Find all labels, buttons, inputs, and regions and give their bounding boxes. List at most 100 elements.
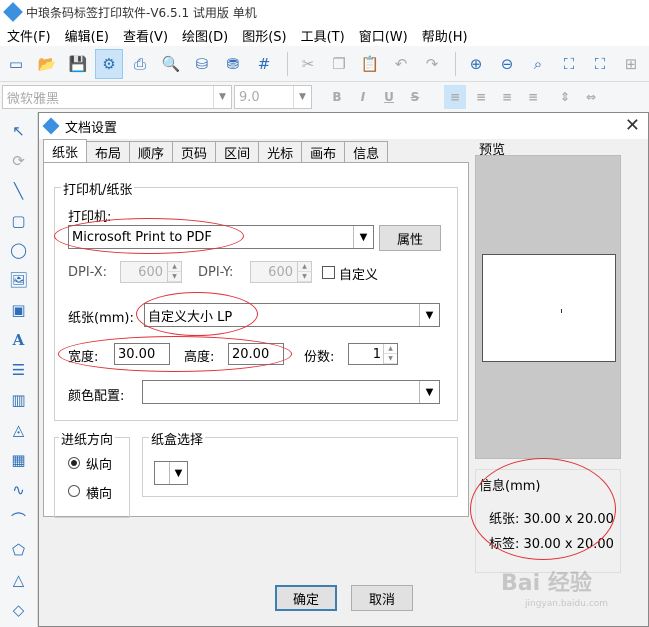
paste-icon[interactable]: 📋 — [356, 49, 384, 79]
align-right-icon[interactable]: ≡ — [496, 85, 518, 109]
select-pointer-icon[interactable]: ↖ — [5, 118, 33, 143]
text-icon[interactable]: A — [5, 328, 33, 353]
line-icon[interactable]: ╲ — [5, 178, 33, 203]
tab-paper[interactable]: 纸张 — [43, 139, 88, 162]
height-input[interactable]: 20.00 — [228, 343, 284, 365]
portrait-label: 纵向 — [86, 458, 113, 473]
copies-input[interactable]: 1 ▲ ▼ — [348, 343, 398, 365]
diamond-icon[interactable]: ◇ — [5, 597, 33, 622]
dialog-tabs: 纸张 布局 顺序 页码 区间 光标 画布 信息 — [43, 139, 389, 163]
fit-page-icon[interactable]: ⛶ — [555, 49, 583, 79]
font-size-value: 9.0 — [239, 89, 260, 105]
tab-canvas[interactable]: 画布 — [301, 141, 346, 162]
picture-icon[interactable]: ▣ — [5, 298, 33, 323]
strikethrough-button[interactable]: S — [404, 85, 426, 109]
menu-edit[interactable]: 编辑(E) — [58, 26, 116, 45]
polygon-icon[interactable]: ⬠ — [5, 537, 33, 562]
custom-dpi-checkbox[interactable] — [322, 266, 335, 279]
spacing-icon[interactable]: ⇕ — [554, 85, 576, 109]
ok-button[interactable]: 确定 — [275, 585, 337, 611]
width-input[interactable]: 30.00 — [114, 343, 170, 365]
font-size-select[interactable]: 9.0 ▼ — [234, 85, 312, 109]
print-preview-icon[interactable]: 🔍 — [157, 49, 185, 79]
italic-button[interactable]: I — [352, 85, 374, 109]
cancel-button[interactable]: 取消 — [351, 585, 413, 611]
zoom-in-icon[interactable]: ⊕ — [462, 49, 490, 79]
width-value: 30.00 — [118, 346, 156, 362]
spacing-alt-icon[interactable]: ⇔ — [580, 85, 602, 109]
dpi-x-input[interactable]: 600 ▲ ▼ — [120, 261, 182, 283]
save-icon[interactable]: 💾 — [64, 49, 92, 79]
tab-order[interactable]: 顺序 — [129, 141, 174, 162]
landscape-radio[interactable] — [68, 485, 80, 497]
menu-tools[interactable]: 工具(T) — [294, 26, 352, 45]
menu-file[interactable]: 文件(F) — [0, 26, 58, 45]
qrcode-icon[interactable]: ▦ — [5, 447, 33, 472]
underline-button[interactable]: U — [378, 85, 400, 109]
printer-label: 打印机: — [68, 210, 112, 225]
color-config-label: 颜色配置: — [68, 389, 125, 404]
menu-view[interactable]: 查看(V) — [116, 26, 175, 45]
copies-spinner[interactable]: ▲ ▼ — [383, 344, 397, 364]
tab-range[interactable]: 区间 — [215, 141, 260, 162]
document-settings-dialog: 文档设置 ✕ 纸张 布局 顺序 页码 区间 光标 画布 信息 打印机/纸张 打印… — [38, 112, 649, 627]
dialog-title: 文档设置 — [65, 120, 118, 136]
main-toolbar: ▭ 📂 💾 ⚙ ⎙ 🔍 ⛁ ⛃ # ✂ ❐ 📋 ↶ ↷ ⊕ ⊖ ⌕ ⛶ ⛶ ⊞ — [0, 46, 649, 82]
zoom-out-icon[interactable]: ⊖ — [493, 49, 521, 79]
align-left-icon[interactable]: ≡ — [444, 85, 466, 109]
printer-select[interactable]: Microsoft Print to PDF ▼ — [68, 225, 374, 249]
bold-button[interactable]: B — [326, 85, 348, 109]
copy-icon[interactable]: ❐ — [325, 49, 353, 79]
redo-icon[interactable]: ↷ — [418, 49, 446, 79]
menu-bar: 文件(F) 编辑(E) 查看(V) 绘图(D) 图形(S) 工具(T) 窗口(W… — [0, 24, 649, 46]
printer-properties-button[interactable]: 属性 — [379, 225, 441, 251]
tab-page-number[interactable]: 页码 — [172, 141, 217, 162]
portrait-radio[interactable] — [68, 457, 80, 469]
ellipse-icon[interactable]: ◯ — [5, 238, 33, 263]
dpi-x-label: DPI-X: — [68, 265, 108, 280]
dpi-y-spinner[interactable]: ▲ ▼ — [297, 262, 311, 282]
menu-shape[interactable]: 图形(S) — [235, 26, 293, 45]
arc-icon[interactable]: ⌒ — [5, 507, 33, 532]
align-icon[interactable]: ⊞ — [617, 49, 645, 79]
open-folder-icon[interactable]: 📂 — [33, 49, 61, 79]
dpi-y-input[interactable]: 600 ▲ ▼ — [250, 261, 312, 283]
menu-help[interactable]: 帮助(H) — [415, 26, 475, 45]
undo-icon[interactable]: ↶ — [387, 49, 415, 79]
database-icon[interactable]: ⛁ — [188, 49, 216, 79]
image-icon[interactable]: 🖼 — [5, 268, 33, 293]
copies-label: 份数: — [304, 350, 335, 365]
color-config-select[interactable]: ▼ — [142, 380, 440, 404]
align-justify-icon[interactable]: ≡ — [522, 85, 544, 109]
curve-icon[interactable]: ∿ — [5, 477, 33, 502]
triangle-icon[interactable]: △ — [5, 567, 33, 592]
database-settings-icon[interactable]: ⛃ — [219, 49, 247, 79]
seal-icon[interactable]: ◬ — [5, 417, 33, 442]
rounded-rectangle-icon[interactable]: ▢ — [5, 208, 33, 233]
zoom-fit-icon[interactable]: ⌕ — [524, 49, 552, 79]
tab-layout[interactable]: 布局 — [86, 141, 131, 162]
align-center-icon[interactable]: ≡ — [470, 85, 492, 109]
tab-info[interactable]: 信息 — [344, 141, 389, 162]
dpi-y-value: 600 — [268, 264, 293, 280]
cut-icon[interactable]: ✂ — [294, 49, 322, 79]
barcode-icon[interactable]: ▥ — [5, 387, 33, 412]
full-screen-icon[interactable]: ⛶ — [586, 49, 614, 79]
close-icon[interactable]: ✕ — [625, 115, 640, 136]
new-document-icon[interactable]: ▭ — [2, 49, 30, 79]
print-icon[interactable]: ⎙ — [126, 49, 154, 79]
paper-size-select[interactable]: 自定义大小 LP ▼ — [144, 303, 440, 327]
dpi-x-spinner[interactable]: ▲ ▼ — [167, 262, 181, 282]
settings-gear-icon[interactable]: ⚙ — [95, 48, 123, 79]
menu-draw[interactable]: 绘图(D) — [175, 26, 235, 45]
dpi-y-label: DPI-Y: — [198, 265, 234, 280]
menu-window[interactable]: 窗口(W) — [352, 26, 415, 45]
rich-text-icon[interactable]: ☰ — [5, 358, 33, 383]
grid-icon[interactable]: # — [250, 49, 278, 79]
font-family-select[interactable]: 微软雅黑 ▼ — [2, 85, 232, 109]
tool-palette: ↖ ⟳ ╲ ▢ ◯ 🖼 ▣ A ☰ ▥ ◬ ▦ ∿ ⌒ ⬠ △ ◇ — [0, 112, 38, 627]
toolbar-separator — [455, 51, 456, 76]
paper-tray-select[interactable]: ▼ — [154, 461, 188, 485]
rotate-icon[interactable]: ⟳ — [5, 148, 33, 173]
tab-cursor[interactable]: 光标 — [258, 141, 303, 162]
